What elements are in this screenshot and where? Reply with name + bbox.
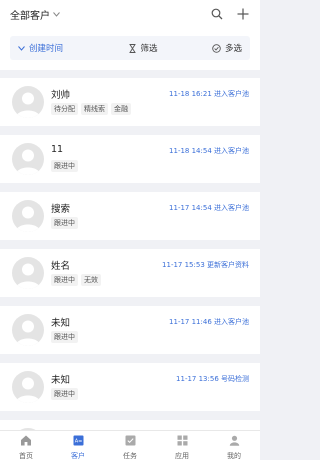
task-icon — [125, 431, 136, 450]
tab-profile[interactable]: 我的 — [208, 431, 260, 460]
status-tag: 跟进中 — [51, 331, 78, 343]
apps-icon — [177, 431, 188, 450]
latest-activity: 11-18 14:54 进入客户池 — [169, 147, 249, 155]
default-avatar-icon — [16, 149, 40, 175]
customer-name: 未知 — [51, 375, 71, 386]
status-tag: 无效 — [81, 274, 101, 286]
customer-card[interactable]: 搜索 跟进中 11-17 14:54 进入客户池 — [0, 192, 260, 240]
status-tag: 跟进中 — [51, 217, 78, 229]
chevron-down-icon — [18, 45, 25, 51]
default-avatar-icon — [16, 206, 40, 232]
status-tag: 跟进中 — [51, 388, 78, 400]
avatar — [12, 257, 44, 289]
tab-task[interactable]: 任务 — [104, 431, 156, 460]
avatar — [12, 314, 44, 346]
tab-home[interactable]: 首页 — [0, 431, 52, 460]
filter-bar: 创建时间 筛选 多选 — [0, 28, 260, 70]
default-avatar-icon — [16, 92, 40, 118]
tag-list: 跟进中 — [51, 388, 78, 400]
bottom-tab-bar: 首页 A= 客户 任务 应用 我的 — [0, 430, 260, 460]
customer-card[interactable]: 刘帅 待分配 精线索 金融 11-18 16:21 进入客户池 — [0, 78, 260, 126]
tab-customer[interactable]: A= 客户 — [52, 431, 104, 460]
customer-name: 未知 — [51, 318, 71, 329]
customer-list: 刘帅 待分配 精线索 金融 11-18 16:21 进入客户池 11 跟进中 11-… — [0, 78, 260, 460]
customer-scope-selector[interactable]: 全部客户 — [10, 7, 60, 22]
avatar — [12, 86, 44, 118]
customer-name: 11 — [51, 144, 64, 155]
filter-button[interactable]: 筛选 — [129, 42, 212, 54]
tag-list: 跟进中 — [51, 331, 78, 343]
tab-label: 应用 — [175, 451, 189, 460]
customer-icon: A= — [73, 431, 84, 450]
customer-name: 搜索 — [51, 204, 71, 215]
tag-list: 跟进中 — [51, 217, 78, 229]
top-bar: 全部客户 — [0, 0, 260, 28]
latest-activity: 11-17 13:56 号码检测 — [176, 375, 249, 383]
status-tag: 精线索 — [81, 103, 108, 115]
status-tag: 待分配 — [51, 103, 78, 115]
filter-label: 筛选 — [140, 44, 158, 54]
customer-card[interactable]: 未知 跟进中 11-17 11:46 进入客户池 — [0, 306, 260, 354]
avatar — [12, 371, 44, 403]
profile-icon — [229, 431, 240, 450]
default-avatar-icon — [16, 377, 40, 403]
avatar — [12, 200, 44, 232]
customer-name: 姓名 — [51, 261, 71, 272]
default-avatar-icon — [16, 320, 40, 346]
check-circle-icon — [212, 43, 221, 53]
chevron-down-icon — [53, 11, 60, 17]
multi-select-label: 多选 — [224, 44, 242, 54]
search-button[interactable] — [210, 7, 224, 21]
default-avatar-icon — [16, 263, 40, 289]
sort-label: 创建时间 — [29, 44, 64, 54]
home-icon — [20, 431, 32, 450]
plus-icon — [237, 8, 249, 20]
hourglass-icon — [129, 43, 136, 53]
tab-apps[interactable]: 应用 — [156, 431, 208, 460]
latest-activity: 11-17 11:46 进入客户池 — [169, 318, 249, 326]
status-tag: 跟进中 — [51, 160, 78, 172]
customer-card[interactable]: 11 跟进中 11-18 14:54 进入客户池 — [0, 135, 260, 183]
latest-activity: 11-17 14:54 进入客户池 — [169, 204, 249, 212]
page-title: 全部客户 — [10, 10, 50, 22]
tag-list: 跟进中 无效 — [51, 274, 101, 286]
tab-label: 任务 — [123, 451, 137, 460]
tab-label: 客户 — [71, 451, 85, 460]
add-customer-button[interactable] — [236, 7, 250, 21]
avatar — [12, 143, 44, 175]
tab-label: 首页 — [19, 451, 33, 460]
search-icon — [211, 8, 223, 20]
customer-name: 刘帅 — [51, 90, 71, 101]
status-tag: 金融 — [111, 103, 131, 115]
tag-list: 跟进中 — [51, 160, 78, 172]
tag-list: 待分配 精线索 金融 — [51, 103, 131, 115]
sort-by-created-time[interactable]: 创建时间 — [10, 42, 129, 54]
customer-card[interactable]: 未知 跟进中 11-17 13:56 号码检测 — [0, 363, 260, 411]
customer-card[interactable]: 姓名 跟进中 无效 11-17 15:53 更新客户资料 — [0, 249, 260, 297]
tab-label: 我的 — [227, 451, 241, 460]
multi-select-button[interactable]: 多选 — [212, 42, 250, 54]
svg-text:A=: A= — [74, 438, 82, 444]
status-tag: 跟进中 — [51, 274, 78, 286]
latest-activity: 11-17 15:53 更新客户资料 — [162, 261, 249, 269]
latest-activity: 11-18 16:21 进入客户池 — [169, 90, 249, 98]
